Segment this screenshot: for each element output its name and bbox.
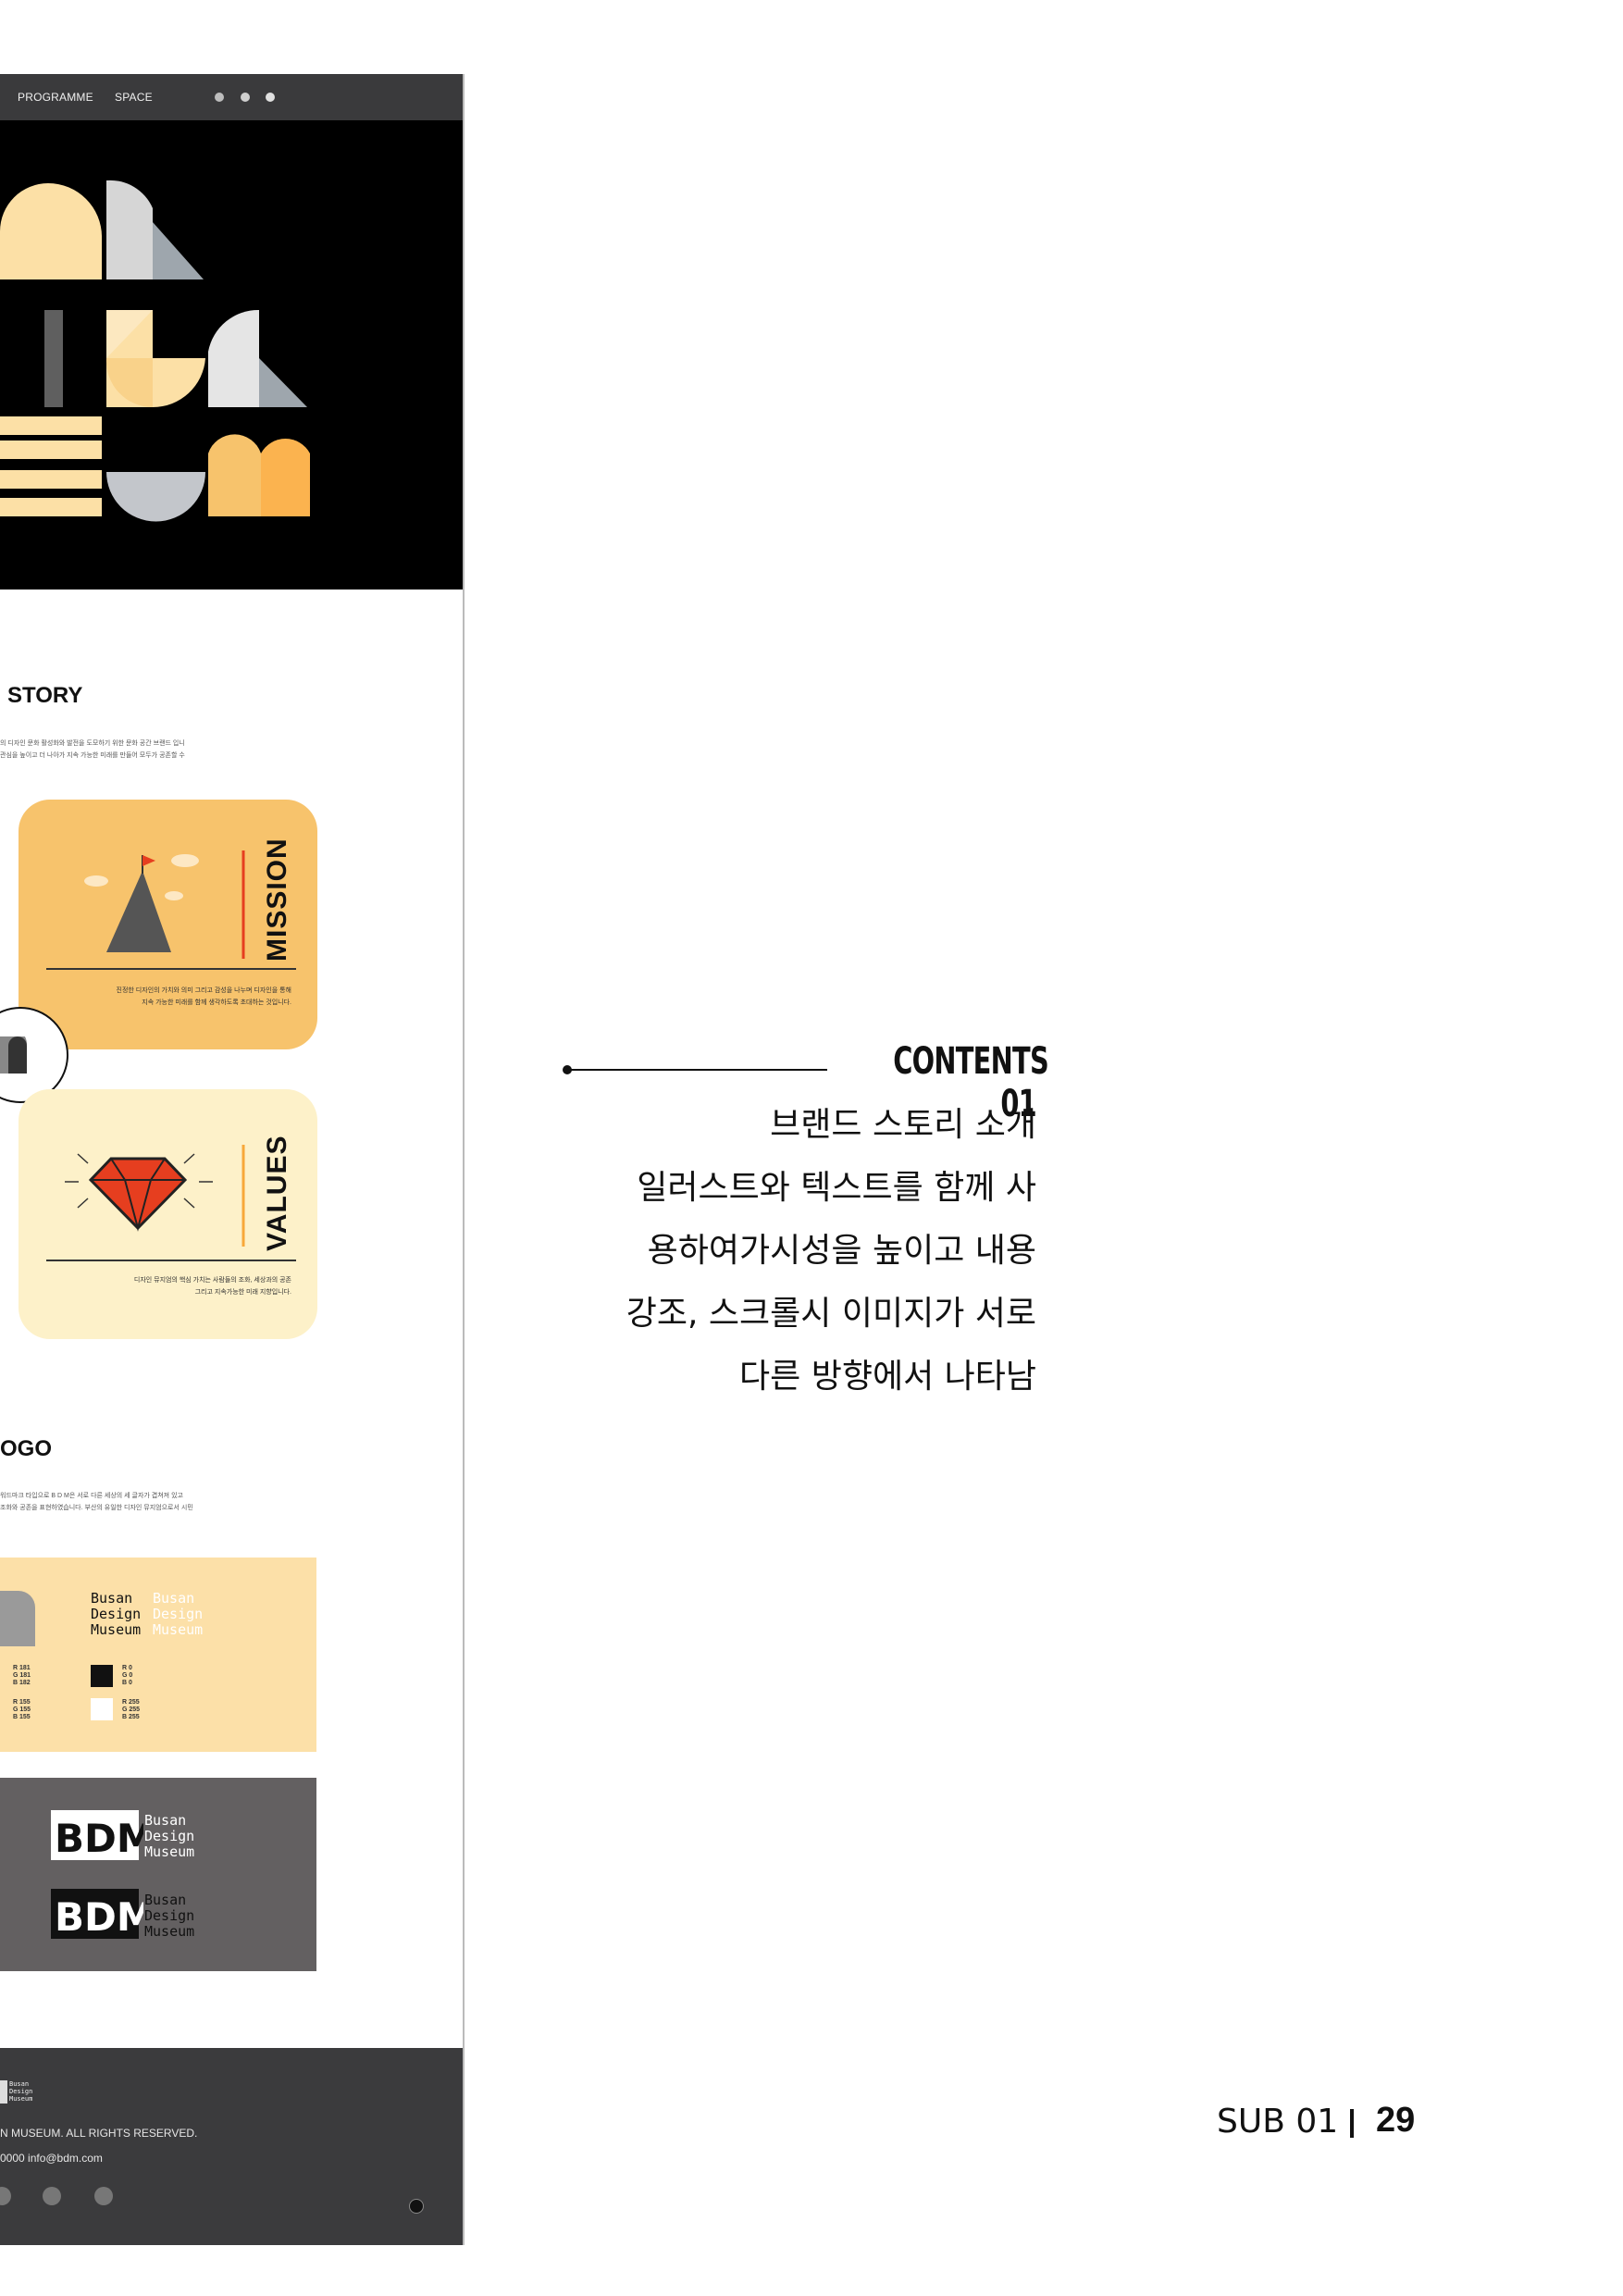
bdm-partial-mark — [0, 1591, 35, 1646]
circle-icon[interactable] — [241, 93, 250, 102]
site-footer: Busan Design Museum N MUSEUM. ALL RIGHTS R… — [0, 2048, 463, 2245]
rgb-gray-2: R 155 G 155 B 155 — [13, 1699, 31, 1720]
logo-panel-light: Busan Design Museum Busan Design Museum R 18… — [0, 1558, 316, 1752]
mission-label: MISSION — [262, 838, 292, 962]
story-heading: STORY — [7, 683, 83, 708]
bdm-logo-black: BDM — [51, 1889, 143, 1940]
values-text-line-1: 디자인 뮤지엄의 핵심 가치는 사람들의 조화, 세상과의 공존 — [133, 1277, 291, 1284]
swatch-white — [91, 1698, 113, 1720]
story-desc-line-1: 의 디자인 문화 활성화와 발전을 도모하기 위한 문화 공간 브랜드 입니 — [0, 740, 185, 747]
top-navigation: PROGRAMME SPACE — [0, 74, 463, 120]
youtube-icon[interactable] — [94, 2187, 113, 2205]
user-icon[interactable] — [266, 93, 275, 102]
page-separator — [1350, 2109, 1354, 2138]
globe-icon[interactable] — [215, 93, 224, 102]
nav-item-programme[interactable]: PROGRAMME — [18, 91, 93, 104]
instagram-icon[interactable] — [43, 2187, 61, 2205]
logo-desc-line-2: 조화와 공존을 표현하였습니다. 부산의 유일한 디자인 뮤지엄으로서 시민 — [0, 1505, 193, 1511]
hero-geometric-illustration — [0, 180, 310, 522]
bdm-logo-white: BDM — [51, 1810, 143, 1861]
bdm-mark-icon — [0, 1036, 27, 1074]
desc-line-1: 브랜드 스토리 소개 — [770, 1106, 1036, 1144]
wordmark-dark: Busan Design Museum — [91, 1590, 142, 1638]
contents-description: 브랜드 스토리 소개 일러스트와 텍스트를 함께 사 용하여가시성을 높이고 내… — [481, 1094, 1036, 1409]
page-section-label: SUB 01 — [1217, 2103, 1339, 2141]
story-desc-line-2: 관심을 높이고 더 나아가 지속 가능한 미래를 만들어 모두가 공존할 수 — [0, 752, 185, 759]
website-mockup: PROGRAMME SPACE STORY 의 디자인 문화 활성화와 발전을 … — [0, 74, 465, 2245]
rgb-white: R 255 G 255 B 255 — [122, 1699, 141, 1720]
logo-desc-line-1: 워드마크 타입으로 B D M은 서로 다른 세상의 세 글자가 겹쳐져 있고 — [0, 1493, 183, 1499]
desc-line-4: 강조, 스크롤시 이미지가 서로 — [626, 1295, 1036, 1333]
mission-text-line-2: 지속 가능한 미래를 함께 생각하도록 초대하는 것입니다. — [142, 999, 291, 1006]
rgb-gray-1: R 181 G 181 B 182 — [13, 1665, 31, 1686]
page-number: 29 — [1376, 2101, 1416, 2140]
desc-line-5: 다른 방향에서 나타남 — [739, 1358, 1036, 1396]
logo-heading: OGO — [0, 1436, 53, 1461]
mission-card: MISSION 진정한 디자인의 가치와 의미 그리고 감성을 나누며 디자인을… — [19, 800, 317, 1049]
contents-line — [568, 1069, 827, 1071]
logo-panel-dark: BDM BusanDesignMuseum BDM BusanDesignMus… — [0, 1778, 316, 1971]
wordmark-white: Busan Design Museum — [153, 1590, 204, 1638]
svg-text:BDM: BDM — [55, 1894, 143, 1940]
values-text-line-2: 그리고 지속가능한 미래 지향입니다. — [194, 1289, 291, 1296]
svg-text:BDM: BDM — [55, 1816, 143, 1861]
rgb-black: R 0G 0B 0 — [122, 1665, 133, 1686]
wordmark-on-dark-white: Busan Design Museum — [144, 1812, 195, 1860]
scroll-top-button[interactable] — [409, 2199, 424, 2214]
values-card: VALUES 디자인 뮤지엄의 핵심 가치는 사람들의 조화, 세상과의 공존 … — [19, 1089, 317, 1339]
swatch-black — [91, 1665, 113, 1687]
values-label: VALUES — [262, 1135, 292, 1251]
footer-copyright: N MUSEUM. ALL RIGHTS RESERVED. — [0, 2127, 198, 2140]
hero-banner — [0, 120, 463, 590]
desc-line-3: 용하여가시성을 높이고 내용 — [647, 1232, 1036, 1270]
mission-text-line-1: 진정한 디자인의 가치와 의미 그리고 감성을 나누며 디자인을 통해 — [116, 987, 291, 994]
desc-line-2: 일러스트와 텍스트를 함께 사 — [637, 1169, 1036, 1207]
nav-item-space[interactable]: SPACE — [115, 91, 153, 104]
kakao-icon[interactable] — [0, 2187, 11, 2205]
footer-logo-words: Busan Design Museum — [9, 2080, 33, 2103]
footer-contact: 0000 info@bdm.com — [0, 2152, 103, 2165]
wordmark-on-dark-black: Busan Design Museum — [144, 1892, 195, 1940]
footer-logo-mark — [0, 2080, 7, 2104]
